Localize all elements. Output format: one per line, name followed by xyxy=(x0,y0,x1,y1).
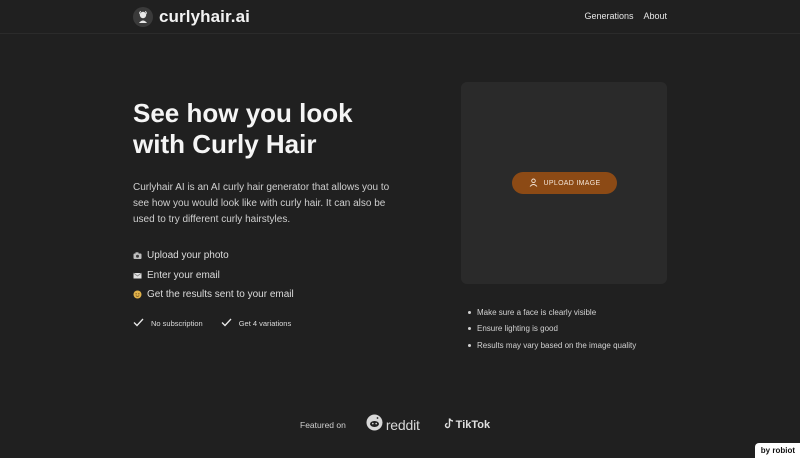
step-label: Enter your email xyxy=(147,269,220,281)
checkmark-icon xyxy=(133,318,144,329)
bullet-icon xyxy=(468,327,471,331)
hero-description: Curlyhair AI is an AI curly hair generat… xyxy=(133,182,390,225)
tip-item: Ensure lighting is good xyxy=(468,321,636,338)
step-item: Upload your photo xyxy=(133,246,294,266)
check-label: No subscription xyxy=(151,319,203,328)
brand-name: curlyhair.ai xyxy=(159,7,250,26)
envelope-icon xyxy=(133,271,142,280)
featured-on: Featured on reddit TikTok xyxy=(300,414,490,436)
bullet-icon xyxy=(468,310,471,314)
check-item: No subscription xyxy=(133,318,203,329)
hero-title: See how you look with Curly Hair xyxy=(133,98,423,160)
featured-label: Featured on xyxy=(300,420,346,430)
by-robiot-badge[interactable]: by robiot xyxy=(754,443,800,458)
upload-image-button[interactable]: UPLOAD IMAGE xyxy=(512,172,617,194)
step-label: Upload your photo xyxy=(147,250,229,262)
tiktok-icon xyxy=(444,416,454,434)
feature-checks: No subscription Get 4 variations xyxy=(133,318,291,329)
step-item: Get the results sent to your email xyxy=(133,285,294,305)
bullet-icon xyxy=(468,343,471,347)
tip-text: Ensure lighting is good xyxy=(477,324,558,334)
camera-icon xyxy=(133,251,142,260)
step-item: Enter your email xyxy=(133,266,294,286)
reddit-icon xyxy=(366,414,383,436)
curly-head-logo-icon xyxy=(133,7,153,27)
tip-item: Results may vary based on the image qual… xyxy=(468,337,636,354)
tip-text: Make sure a face is clearly visible xyxy=(477,307,597,317)
checkmark-icon xyxy=(221,318,232,329)
tip-text: Results may vary based on the image qual… xyxy=(477,340,637,350)
brand-link[interactable]: curlyhair.ai xyxy=(133,6,250,28)
upload-button-label: UPLOAD IMAGE xyxy=(543,179,601,187)
hero-title-line-2: with Curly Hair xyxy=(133,129,317,159)
tip-item: Make sure a face is clearly visible xyxy=(468,304,636,321)
steps-list: Upload your photo Enter your email Get t… xyxy=(133,246,294,305)
page: curlyhair.ai Generations About See how y… xyxy=(0,0,800,458)
header-divider xyxy=(0,33,800,34)
reddit-wordmark: reddit xyxy=(385,417,420,433)
nav-link-about[interactable]: About xyxy=(643,11,667,21)
check-item: Get 4 variations xyxy=(221,318,292,329)
tiktok-link[interactable]: TikTok xyxy=(444,416,490,434)
main-nav: Generations About xyxy=(584,11,667,21)
upload-tips: Make sure a face is clearly visible Ensu… xyxy=(468,304,636,354)
user-icon xyxy=(529,178,538,189)
upload-dropzone[interactable]: UPLOAD IMAGE xyxy=(461,82,667,284)
nav-link-generations[interactable]: Generations xyxy=(584,11,633,21)
check-label: Get 4 variations xyxy=(238,319,292,328)
tiktok-wordmark: TikTok xyxy=(455,419,491,431)
step-label: Get the results sent to your email xyxy=(147,289,294,301)
hero-title-line-1: See how you look xyxy=(133,98,353,128)
face-emoji-icon xyxy=(133,290,142,299)
reddit-link[interactable]: reddit xyxy=(366,414,420,436)
